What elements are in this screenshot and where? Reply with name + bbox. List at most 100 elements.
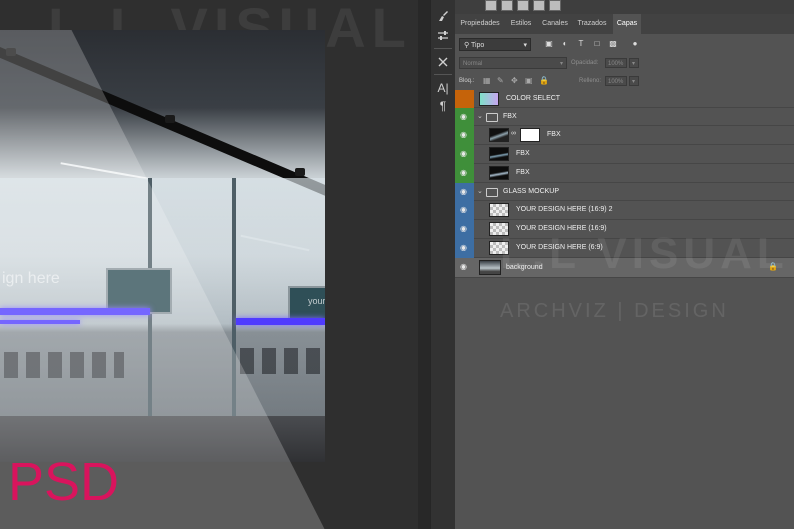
lock-image-icon[interactable]: ✎: [497, 76, 504, 85]
layer-row[interactable]: ◉ FBX: [455, 145, 794, 164]
layer-name: FBX: [516, 150, 530, 157]
lock-artboard-icon[interactable]: ▣: [525, 76, 533, 85]
layer-thumbnail: [489, 147, 509, 161]
preset-swatch-icon[interactable]: [501, 0, 513, 11]
layer-visibility-toggle[interactable]: ◉: [455, 108, 474, 126]
tab-propiedades[interactable]: Propiedades: [457, 14, 503, 34]
filter-kind-label: Tipo: [470, 42, 485, 49]
paragraph-icon[interactable]: ¶: [431, 96, 455, 116]
glass-design-text: your: [308, 296, 325, 306]
lock-position-icon[interactable]: ✥: [511, 76, 518, 85]
fill-dropdown[interactable]: ▾: [629, 76, 639, 86]
blend-mode-select[interactable]: Normal ▾: [459, 57, 567, 69]
layers-panel: Propiedades Estilos Canales Trazados Cap…: [455, 0, 794, 529]
layer-filter-row: ⚲ Tipo ▾ ▣ ◐ T □ ▩ ●: [455, 36, 794, 54]
layer-name: FBX: [547, 131, 561, 138]
watermark-title: L.L VISUAL: [500, 229, 789, 278]
layer-visibility-toggle[interactable]: ◉: [455, 164, 474, 183]
lock-row: Bloq.: ▦ ✎ ✥ ▣ 🔒 Relleno: 100% ▾: [455, 74, 794, 88]
lock-label: Bloq.:: [459, 78, 475, 84]
layer-color-label[interactable]: [455, 90, 474, 108]
layer-group-row[interactable]: ◉ ⌄ GLASS MOCKUP: [455, 183, 794, 201]
adjust-sliders-icon[interactable]: [431, 26, 455, 46]
layer-row[interactable]: ◉ ∞ FBX: [455, 126, 794, 145]
preset-swatch-icon[interactable]: [517, 0, 529, 11]
preset-swatch-icon[interactable]: [549, 0, 561, 11]
layer-name: GLASS MOCKUP: [503, 188, 560, 195]
chevron-down-icon[interactable]: ⌄: [477, 112, 483, 120]
eye-icon: ◉: [460, 262, 467, 271]
smart-object-thumbnail: [489, 203, 509, 217]
eye-icon: ◉: [460, 224, 467, 233]
watermark-subtitle: ARCHVIZ | DESIGN: [500, 300, 729, 322]
filter-toggle-icon[interactable]: ●: [631, 40, 639, 48]
eye-icon: ◉: [460, 130, 467, 139]
layer-visibility-toggle[interactable]: ◉: [455, 258, 474, 278]
preset-swatch-icon[interactable]: [533, 0, 545, 11]
filter-type-icon[interactable]: T: [577, 40, 585, 48]
layer-name: YOUR DESIGN HERE (16:9) 2: [516, 206, 613, 213]
layer-thumbnail: [489, 166, 509, 180]
filter-pixel-icon[interactable]: ▣: [545, 40, 553, 48]
layer-group-row[interactable]: ◉ ⌄ FBX: [455, 108, 794, 126]
lock-all-icon[interactable]: 🔒: [539, 76, 549, 85]
neon-strip: [236, 318, 325, 325]
eye-icon: ◉: [460, 112, 467, 121]
layer-name: COLOR SELECT: [506, 95, 561, 102]
mask-link-icon[interactable]: ∞: [511, 130, 516, 137]
eye-icon: ◉: [460, 168, 467, 177]
tab-capas[interactable]: Capas: [613, 14, 641, 34]
eye-icon: ◉: [460, 149, 467, 158]
opacity-label: Opacidad:: [571, 60, 599, 66]
brush-tool-icon[interactable]: [431, 6, 455, 26]
layer-thumbnail: [489, 128, 509, 142]
tab-estilos[interactable]: Estilos: [505, 14, 537, 34]
tab-trazados[interactable]: Trazados: [573, 14, 611, 34]
filter-smart-object-icon[interactable]: ▩: [609, 40, 617, 48]
panel-separator: [418, 0, 430, 529]
blend-row: Normal ▾ Opacidad: 100% ▾: [455, 56, 794, 72]
eye-icon: ◉: [460, 243, 467, 252]
layer-visibility-toggle[interactable]: ◉: [455, 239, 474, 258]
opacity-dropdown[interactable]: ▾: [629, 58, 639, 68]
layer-visibility-toggle[interactable]: ◉: [455, 183, 474, 201]
blend-mode-label: Normal: [463, 61, 483, 67]
opacity-field[interactable]: 100%: [605, 58, 627, 68]
document-canvas[interactable]: L.L VISUAL ARCHVIZ | DESIGN ign here you…: [0, 0, 418, 529]
layer-mask-thumbnail: [520, 128, 540, 142]
layer-row[interactable]: COLOR SELECT: [455, 90, 794, 108]
layer-thumbnail: [479, 260, 501, 275]
filter-shape-icon[interactable]: □: [593, 40, 601, 48]
character-icon[interactable]: A|: [431, 78, 455, 98]
chevron-down-icon[interactable]: ⌄: [477, 187, 483, 195]
spotlight-fixture: [165, 115, 175, 123]
layer-row[interactable]: ◉ FBX: [455, 164, 794, 183]
layer-thumbnail: [479, 92, 499, 106]
meeting-chairs: [240, 348, 320, 374]
layer-visibility-toggle[interactable]: ◉: [455, 126, 474, 145]
layer-visibility-toggle[interactable]: ◉: [455, 201, 474, 220]
chevron-down-icon: ▾: [523, 42, 527, 49]
tool-divider: [434, 74, 452, 75]
folder-icon: [486, 188, 498, 197]
eye-icon: ◉: [460, 187, 467, 196]
fill-field[interactable]: 100%: [605, 76, 627, 86]
lock-transparent-icon[interactable]: ▦: [483, 76, 491, 85]
tab-canales[interactable]: Canales: [539, 14, 571, 34]
layer-visibility-toggle[interactable]: ◉: [455, 145, 474, 164]
preset-swatch-icon[interactable]: [485, 0, 497, 11]
tools-icon[interactable]: [431, 52, 455, 72]
layer-name: FBX: [503, 113, 517, 120]
panel-top-strip: [455, 0, 794, 14]
filter-kind-select[interactable]: ⚲ Tipo ▾: [459, 38, 531, 51]
format-label: PSD: [8, 452, 120, 512]
layer-row[interactable]: ◉ YOUR DESIGN HERE (16:9) 2: [455, 201, 794, 220]
filter-adjustment-icon[interactable]: ◐: [561, 40, 569, 48]
fill-label: Relleno:: [579, 78, 602, 84]
folder-icon: [486, 113, 498, 122]
layer-name: FBX: [516, 169, 530, 176]
layer-visibility-toggle[interactable]: ◉: [455, 220, 474, 239]
panel-icon-strip: A| ¶: [430, 0, 456, 529]
eye-icon: ◉: [460, 205, 467, 214]
tool-divider: [434, 48, 452, 49]
